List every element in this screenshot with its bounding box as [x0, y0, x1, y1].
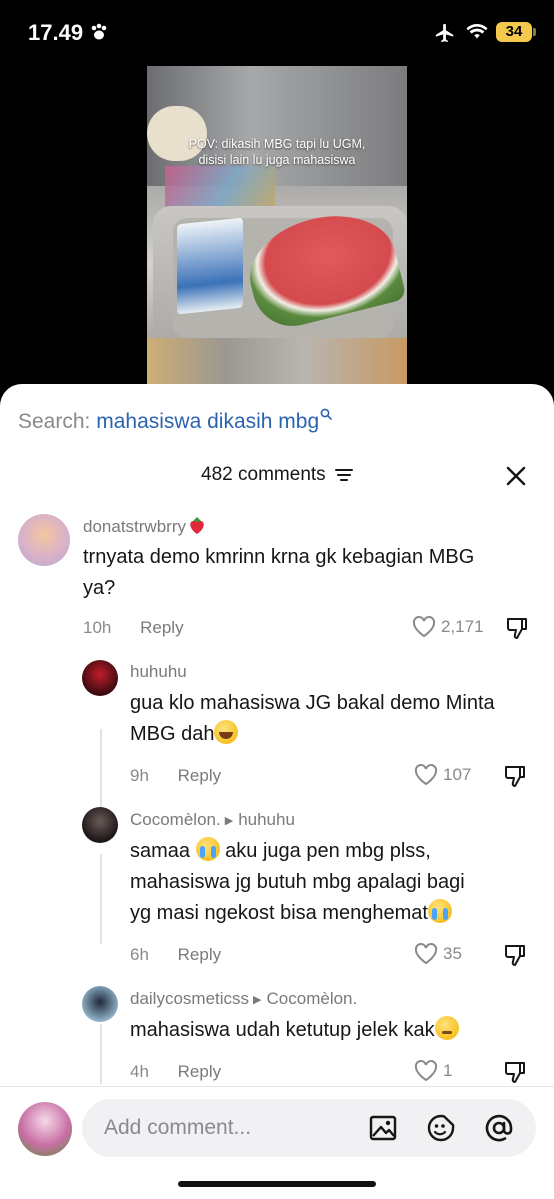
mention-icon[interactable]: [484, 1113, 514, 1143]
comment-username[interactable]: donatstrwbrry: [83, 515, 206, 537]
comment-text-line1: samaa: [130, 840, 191, 862]
wifi-icon: [466, 24, 488, 39]
status-time: 17.49: [28, 20, 84, 45]
reply-button[interactable]: Reply: [178, 1062, 221, 1081]
filter-icon[interactable]: [334, 468, 353, 482]
dislike-icon[interactable]: [502, 1059, 528, 1085]
avatar[interactable]: [18, 514, 70, 566]
heart-icon: [414, 943, 438, 965]
dislike-icon[interactable]: [502, 763, 528, 789]
thread-line: [100, 854, 102, 944]
dislike-icon[interactable]: [502, 942, 528, 968]
crying-emoji-icon: [427, 899, 452, 923]
video-caption: POV: dikasih MBG tapi lu UGM, disisi lai…: [147, 136, 407, 168]
reply-button[interactable]: Reply: [140, 618, 183, 637]
comment-username-text: dailycosmeticss: [130, 989, 250, 1008]
comment-input[interactable]: [104, 1099, 354, 1157]
comments-count: 482 comments: [201, 464, 326, 485]
comment-username[interactable]: huhuhu: [130, 662, 187, 682]
comment-text-content: gua klo mahasiswa JG bakal demo Minta MB…: [130, 692, 495, 745]
dislike-icon[interactable]: [504, 615, 530, 641]
comment-text-line3: yg masi ngekost bisa menghemat: [130, 902, 428, 924]
comments-header: 482 comments: [0, 464, 554, 486]
avatar[interactable]: [82, 660, 118, 696]
search-prefix: Search:: [18, 410, 91, 433]
close-icon[interactable]: [504, 464, 528, 488]
comment-input-container[interactable]: [82, 1099, 536, 1157]
avatar[interactable]: [82, 807, 118, 843]
comment-text: gua klo mahasiswa JG bakal demo Minta MB…: [130, 688, 510, 750]
comment-username-text: donatstrwbrry: [83, 517, 186, 536]
comment-text: mahasiswa udah ketutup jelek kak: [130, 1015, 530, 1046]
comment-username[interactable]: dailycosmeticss ▶ Cocomèlon.: [130, 989, 357, 1009]
reply-arrow-icon: ▶: [253, 994, 262, 1007]
pensive-emoji-icon: [434, 1016, 459, 1040]
like-button[interactable]: 35: [413, 942, 462, 966]
reply-button[interactable]: Reply: [178, 945, 221, 964]
reply-arrow-icon: ▶: [224, 815, 234, 828]
comment-meta: 6h Reply: [130, 945, 221, 965]
home-indicator[interactable]: [178, 1181, 376, 1187]
avatar[interactable]: [18, 1102, 72, 1156]
like-count: 2,171: [441, 617, 484, 636]
status-bar: 17.49 34: [0, 0, 554, 64]
comment-time: 9h: [130, 766, 149, 785]
comment-composer: [0, 1086, 554, 1199]
crying-emoji-icon: [195, 837, 220, 861]
comment-meta: 9h Reply: [130, 766, 221, 786]
sticker-icon[interactable]: [426, 1113, 456, 1143]
reply-button[interactable]: Reply: [178, 766, 221, 785]
search-query[interactable]: mahasiswa dikasih mbg: [96, 410, 319, 433]
comment-meta: 4h Reply: [130, 1062, 221, 1082]
comment-username[interactable]: Cocomèlon. ▶ huhuhu: [130, 810, 295, 830]
comments-sheet: Search: mahasiswa dikasih mbg 482 commen…: [0, 384, 554, 1199]
like-count: 1: [443, 1061, 453, 1080]
video-milk-carton: [177, 217, 243, 315]
thread-line: [100, 1024, 102, 1084]
comment-text-content: mahasiswa udah ketutup jelek kak: [130, 1019, 435, 1041]
paw-icon: [91, 23, 107, 40]
comment-username-text: Cocomèlon.: [130, 810, 221, 829]
reply-to-username[interactable]: Cocomèlon.: [267, 989, 358, 1008]
like-count: 107: [443, 765, 472, 784]
reply-to-username[interactable]: huhuhu: [238, 810, 295, 829]
like-button[interactable]: 1: [413, 1059, 452, 1083]
like-button[interactable]: 2,171: [411, 615, 484, 639]
avatar[interactable]: [82, 986, 118, 1022]
heart-icon: [414, 764, 438, 786]
comment-meta: 10h Reply: [83, 618, 184, 638]
battery-indicator: 34: [496, 22, 536, 42]
comment-time: 6h: [130, 945, 149, 964]
comment-time: 10h: [83, 618, 112, 637]
heart-icon: [412, 616, 436, 638]
search-icon: [320, 408, 332, 420]
comment-text-line1b: aku juga pen mbg plss,: [219, 840, 431, 862]
strawberry-emoji-icon: [190, 517, 204, 534]
video-caption-line1: POV: dikasih MBG tapi lu UGM,: [188, 137, 366, 151]
airplane-icon: [435, 23, 454, 43]
like-count: 35: [443, 944, 462, 963]
comment-text: samaa aku juga pen mbg plss, mahasiswa j…: [130, 836, 530, 929]
image-icon[interactable]: [368, 1113, 398, 1143]
comment-text-line2: mahasiswa jg butuh mbg apalagi bagi: [130, 871, 465, 893]
video-thumbnail[interactable]: POV: dikasih MBG tapi lu UGM, disisi lai…: [147, 66, 407, 396]
comment-text: trnyata demo kmrinn krna gk kebagian MBG…: [83, 546, 475, 599]
laughing-emoji-icon: [214, 720, 239, 744]
thread-line: [100, 729, 102, 819]
heart-icon: [414, 1060, 438, 1082]
comment-time: 4h: [130, 1062, 149, 1081]
video-caption-line2: disisi lain lu juga mahasiswa: [198, 153, 356, 167]
search-suggestion[interactable]: Search: mahasiswa dikasih mbg: [18, 408, 332, 434]
like-button[interactable]: 107: [413, 763, 471, 787]
